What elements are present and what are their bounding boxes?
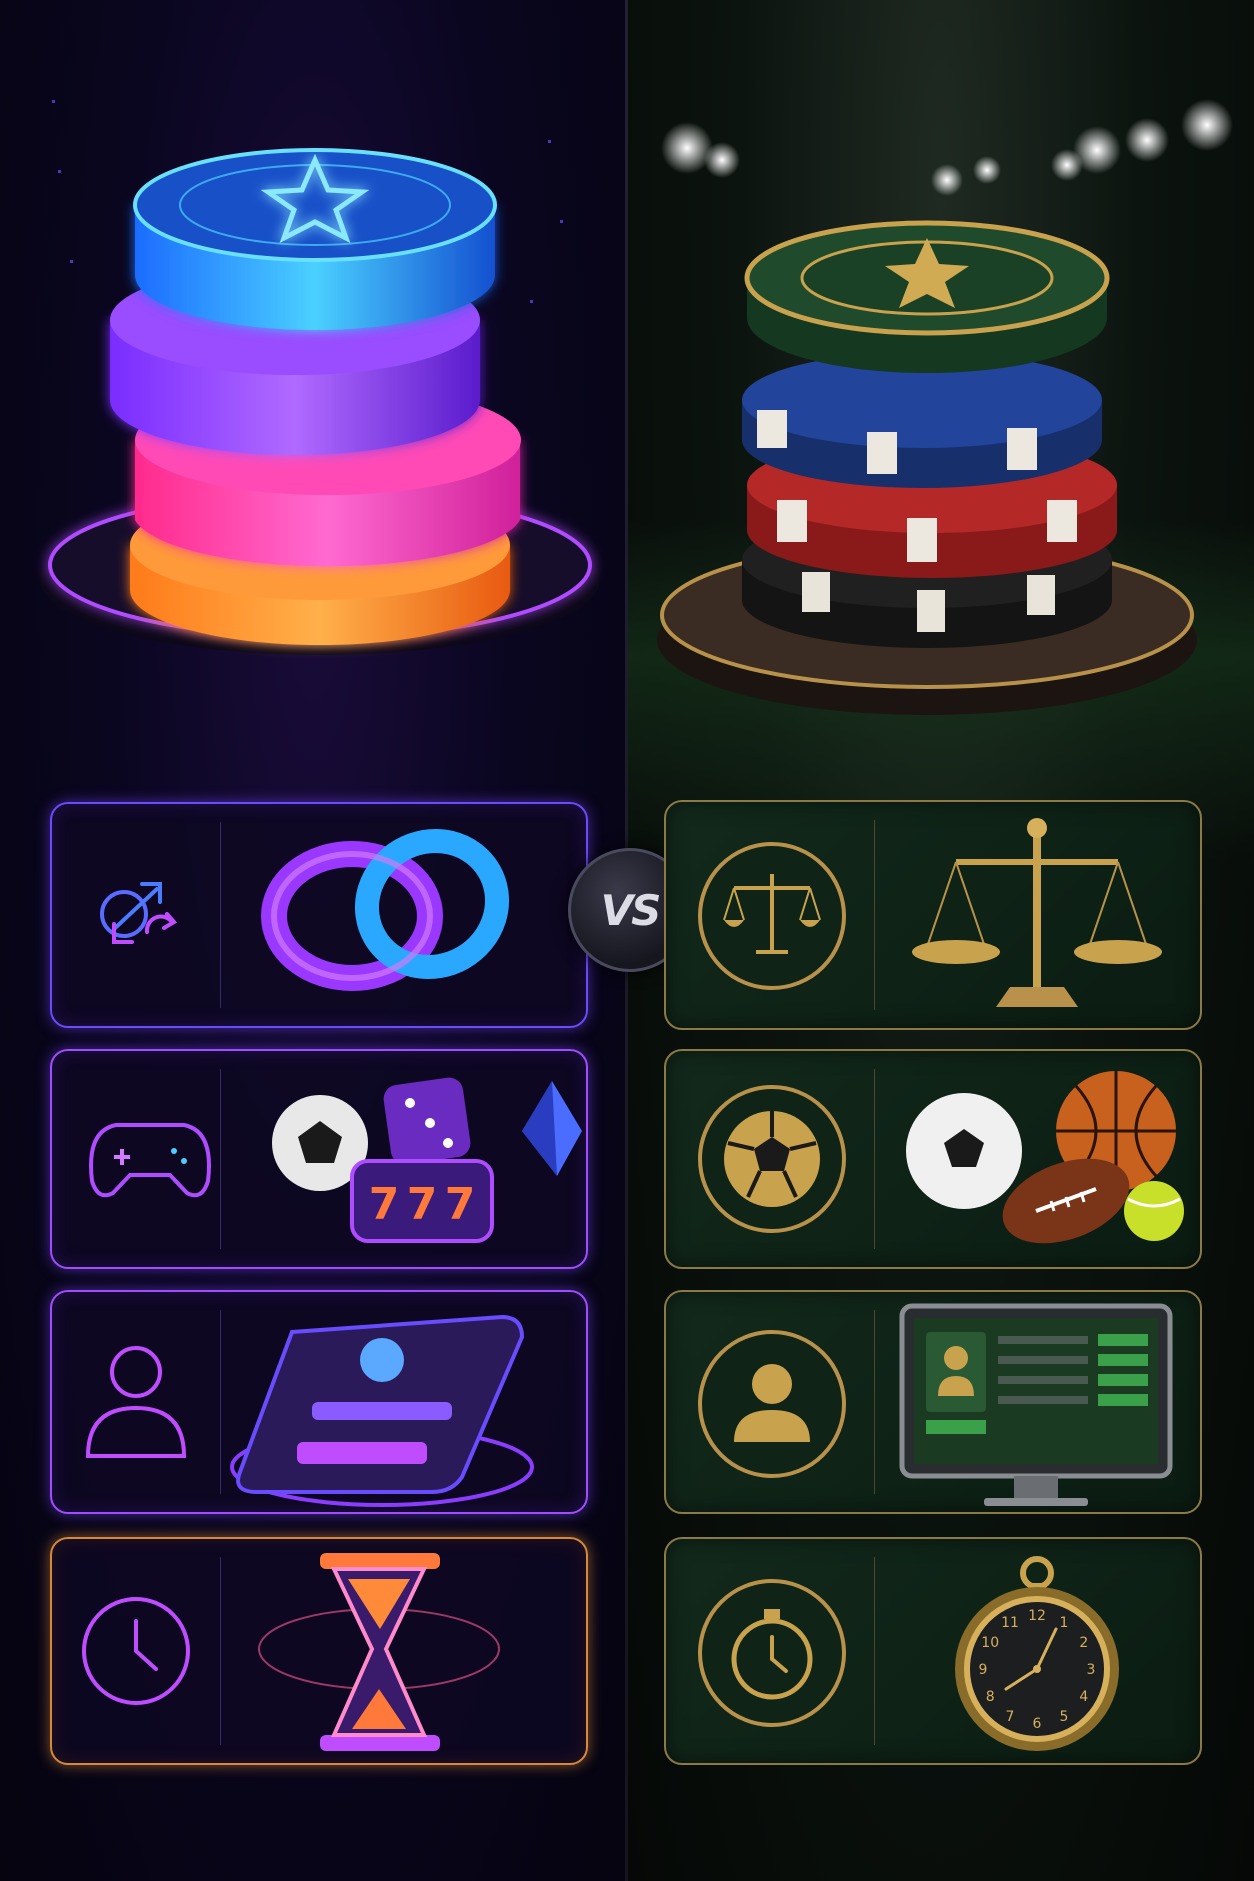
slot-reel-digit: 7	[407, 1179, 438, 1230]
poker-chip-stack	[627, 0, 1254, 760]
watch-numeral: 7	[1006, 1709, 1015, 1725]
scales-icon	[698, 842, 846, 990]
left-card-time	[50, 1537, 588, 1765]
gamepad-icon	[89, 1123, 211, 1198]
right-card-time: 12 1 2 3 4 5 6 7 8 9 10 11	[664, 1537, 1202, 1765]
slot-reel-digit: 7	[445, 1179, 476, 1230]
clock-icon	[82, 1597, 190, 1705]
linked-rings-illustration	[261, 828, 510, 991]
watch-numeral: 2	[1079, 1635, 1088, 1651]
watch-numeral: 1	[1060, 1615, 1069, 1631]
slot-reel-digit: 7	[369, 1179, 400, 1230]
neon-chip-stack	[0, 0, 627, 700]
watch-numeral: 5	[1060, 1709, 1069, 1725]
watch-numeral: 8	[986, 1689, 995, 1705]
mobile-app-illustration	[230, 1314, 534, 1507]
watch-numeral: 12	[1028, 1608, 1046, 1624]
user-icon	[85, 1346, 187, 1458]
comparison-poster: 7 7 7 VS 12 1 2 3 4 5 6 7 8 9 10 11	[0, 0, 1254, 1881]
exchange-arrows-icon	[100, 882, 178, 944]
watch-numeral: 11	[1001, 1615, 1019, 1631]
watch-numeral: 6	[1033, 1716, 1042, 1732]
versus-label: VS	[600, 885, 662, 935]
user-icon	[698, 1330, 846, 1478]
right-card-fairness	[664, 800, 1202, 1030]
casino-games-illustration: 7 7 7	[272, 1077, 582, 1243]
pocket-watch-illustration: 12 12 3 45 6 78 9 1011	[955, 1556, 1119, 1751]
watch-numeral: 4	[1079, 1689, 1088, 1705]
right-card-account	[664, 1290, 1202, 1514]
watch-numeral: 9	[979, 1662, 988, 1678]
watch-numeral: 10	[981, 1635, 999, 1651]
watch-numeral: 3	[1087, 1662, 1096, 1678]
balance-scale-illustration	[912, 818, 1162, 1007]
hourglass-illustration	[258, 1553, 500, 1751]
betting-monitor-illustration	[899, 1303, 1173, 1506]
left-card-games: 7 7 7	[50, 1049, 588, 1269]
soccer-ball-icon	[698, 1085, 846, 1233]
right-card-sports	[664, 1049, 1202, 1269]
left-card-account	[50, 1290, 588, 1514]
left-card-exchange	[50, 802, 588, 1028]
stopwatch-icon	[698, 1579, 846, 1727]
sports-balls-illustration	[906, 1071, 1184, 1244]
